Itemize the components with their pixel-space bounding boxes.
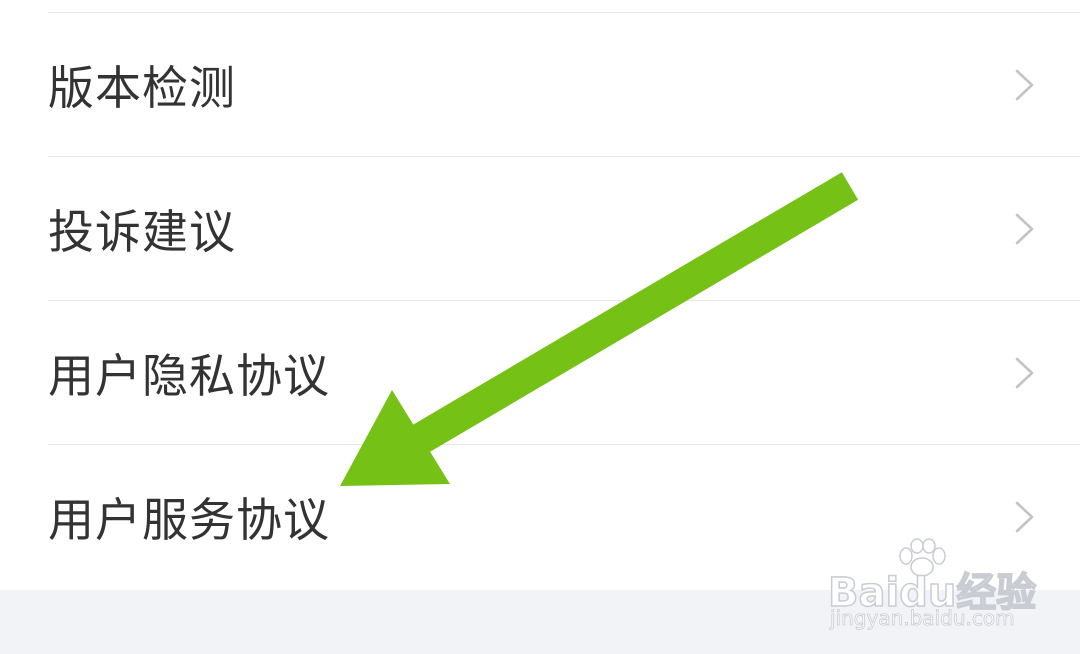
chevron-right-icon [1015,69,1034,101]
menu-item-label: 投诉建议 [48,205,236,259]
menu-item-feedback[interactable]: 投诉建议 [0,157,1080,301]
menu-item-label: 用户隐私协议 [48,349,330,403]
menu-item-version-check[interactable]: 版本检测 [0,13,1080,157]
chevron-right-icon [1015,501,1034,533]
chevron-right-icon [1015,213,1034,245]
footer-background [0,590,1080,654]
chevron-right-icon [1015,357,1034,389]
menu-item-privacy-agreement[interactable]: 用户隐私协议 [0,301,1080,445]
menu-item-service-agreement[interactable]: 用户服务协议 [0,445,1080,589]
settings-menu-list: 版本检测 投诉建议 用户隐私协议 用户服务协议 [0,0,1080,590]
menu-item-label: 版本检测 [48,61,236,115]
menu-item-label: 用户服务协议 [48,493,330,547]
settings-screen: 版本检测 投诉建议 用户隐私协议 用户服务协议 Baidu经验 jingyan.… [0,0,1080,654]
